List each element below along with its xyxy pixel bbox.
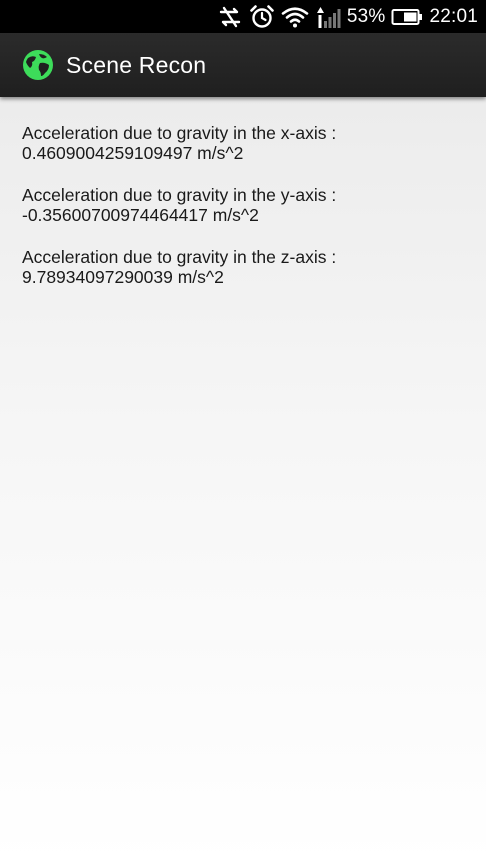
battery-percentage: 53% — [346, 5, 386, 27]
alarm-clock-icon — [249, 0, 275, 33]
reading-value: -0.35600700974464417 m/s^2 — [22, 205, 259, 225]
battery-icon — [391, 0, 423, 33]
action-bar: Scene Recon — [0, 33, 486, 97]
status-bar: 53% 22:01 — [0, 0, 486, 33]
signal-strength-icon — [315, 0, 341, 33]
data-sync-off-icon — [217, 0, 243, 33]
status-clock: 22:01 — [429, 5, 478, 27]
reading-label: Acceleration due to gravity in the z-axi… — [22, 247, 337, 267]
reading-value: 9.78934097290039 m/s^2 — [22, 267, 224, 287]
readings-list: Acceleration due to gravity in the x-axi… — [22, 123, 462, 309]
reading-y-axis: Acceleration due to gravity in the y-axi… — [22, 185, 462, 225]
wifi-icon — [281, 0, 309, 33]
reading-x-axis: Acceleration due to gravity in the x-axi… — [22, 123, 462, 163]
app-title: Scene Recon — [66, 51, 207, 78]
globe-icon[interactable] — [22, 49, 54, 81]
reading-value: 0.4609004259109497 m/s^2 — [22, 143, 244, 163]
reading-label: Acceleration due to gravity in the x-axi… — [22, 123, 337, 143]
reading-z-axis: Acceleration due to gravity in the z-axi… — [22, 247, 462, 287]
reading-label: Acceleration due to gravity in the y-axi… — [22, 185, 337, 205]
